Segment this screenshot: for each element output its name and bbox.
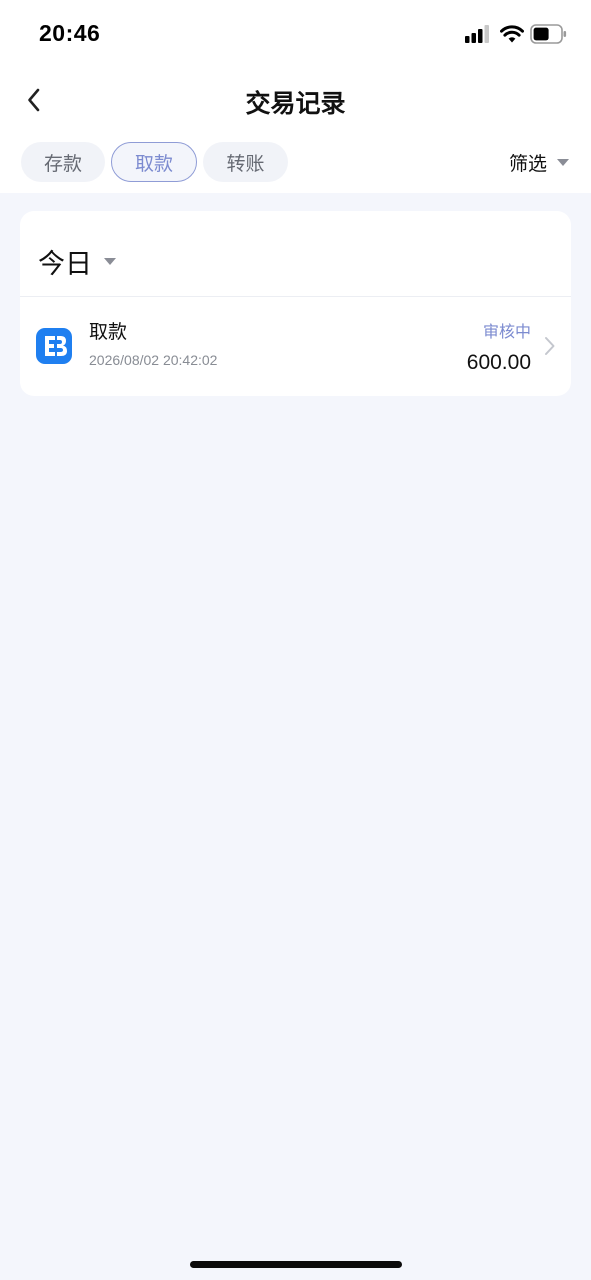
period-selector[interactable]: 今日 [38,241,116,281]
transaction-type: 取款 [89,321,128,343]
status-time: 20:46 [39,20,101,46]
status-bar: 20:46 [0,0,591,70]
status-badge: 审核中 [482,322,531,341]
transaction-row[interactable]: 取款 2026/08/02 20:42:02 审核中 600.00 [20,297,571,396]
tab-bar: 存款 取款 转账 筛选 [0,142,591,184]
filter-label: 筛选 [508,152,547,175]
tab-withdraw[interactable]: 取款 [111,142,197,182]
wifi-icon [500,25,524,43]
caret-down-icon [104,257,116,265]
filter-button[interactable]: 筛选 [509,142,569,182]
home-indicator [190,1261,402,1268]
record-card: 今日 取款 2026/08/02 20:42:02 审核中 600.00 [20,211,571,396]
transaction-datetime: 2026/08/02 20:42:02 [89,352,218,368]
tab-deposit[interactable]: 存款 [21,142,105,182]
signal-icon [465,25,489,43]
caret-down-icon [557,158,569,166]
chevron-right-icon [545,337,555,355]
period-label: 今日 [38,248,92,280]
transaction-amount: 600.00 [466,351,531,374]
battery-icon [530,24,567,44]
nav-bar: 交易记录 [0,70,591,130]
page-title: 交易记录 [245,89,346,118]
tab-transfer[interactable]: 转账 [203,142,288,182]
app-logo-icon [36,328,72,364]
